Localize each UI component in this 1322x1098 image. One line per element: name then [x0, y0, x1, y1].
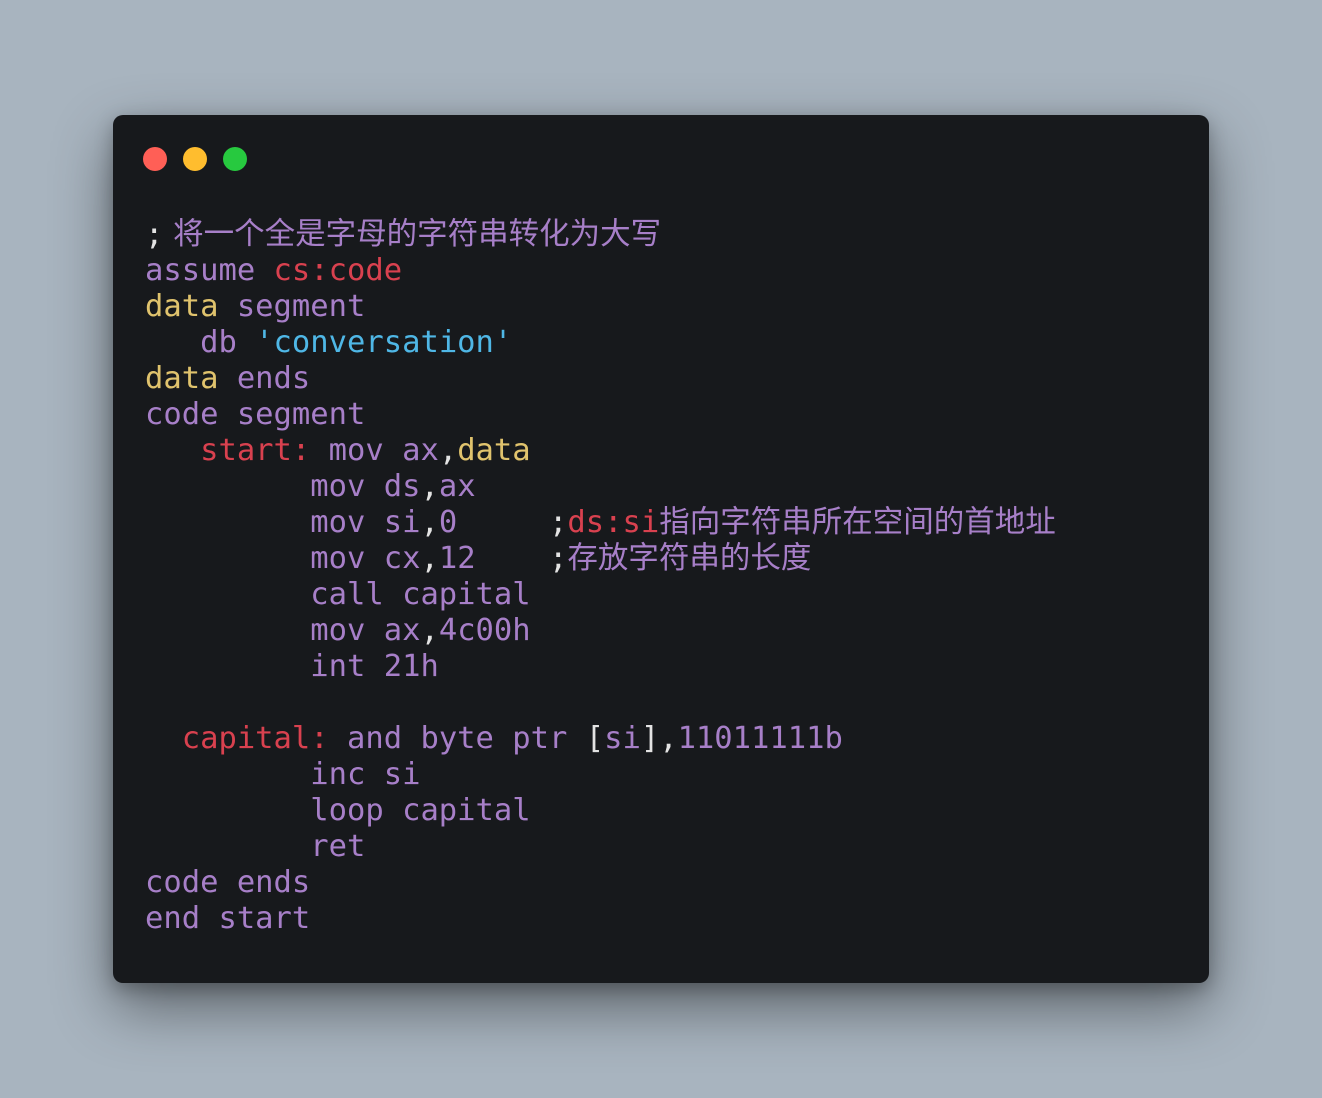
code-token: 0: [438, 505, 550, 540]
code-comment-text: 存放字符串的长度: [567, 541, 812, 576]
code-token: 11011111b: [677, 721, 843, 756]
code-token: ret: [145, 829, 366, 864]
code-line: inc si: [145, 757, 1056, 793]
code-line: code ends: [145, 865, 1056, 901]
code-token: cs:code: [273, 253, 403, 288]
code-token: ,: [420, 469, 439, 504]
code-token: [: [585, 721, 605, 756]
code-token: ,: [420, 541, 439, 576]
code-line: code segment: [145, 397, 1056, 433]
code-token: segment: [218, 289, 366, 324]
code-token: ,: [420, 505, 439, 540]
code-line: int 21h: [145, 649, 1056, 685]
code-token: si: [604, 721, 641, 756]
code-token: and byte ptr: [328, 721, 586, 756]
code-token: mov ax: [145, 613, 421, 648]
code-line: mov ds,ax: [145, 469, 1056, 505]
code-token: data: [457, 433, 531, 468]
code-token: call capital: [145, 577, 531, 612]
code-token: ],: [640, 721, 678, 756]
code-token: ,: [438, 433, 458, 468]
code-token: ;: [549, 541, 568, 576]
code-token: inc si: [145, 757, 421, 792]
code-token: code segment: [145, 397, 366, 432]
code-token: ;: [145, 217, 164, 252]
code-token: mov si: [145, 505, 421, 540]
code-token: 12: [438, 541, 550, 576]
code-token: data: [145, 289, 219, 324]
code-token: ax: [438, 469, 476, 504]
code-token: db: [145, 325, 256, 360]
code-token: mov ax: [310, 433, 439, 468]
window-controls: [143, 147, 247, 171]
code-line: data segment: [145, 289, 1056, 325]
code-token: loop capital: [145, 793, 531, 828]
code-line: capital: and byte ptr [si],11011111b: [145, 721, 1056, 757]
code-token: mov ds: [145, 469, 421, 504]
code-line: end start: [145, 901, 1056, 937]
code-line: db 'conversation': [145, 325, 1056, 361]
code-line: ; 将一个全是字母的字符串转化为大写: [145, 217, 1056, 253]
code-token: capital:: [145, 721, 329, 756]
code-line: start: mov ax,data: [145, 433, 1056, 469]
code-token: 4c00h: [438, 613, 531, 648]
code-line: mov cx,12 ;存放字符串的长度: [145, 541, 1056, 577]
code-line: loop capital: [145, 793, 1056, 829]
code-token: ;: [549, 505, 568, 540]
minimize-dot[interactable]: [183, 147, 207, 171]
code-line: assume cs:code: [145, 253, 1056, 289]
code-token: ds:si: [567, 505, 660, 540]
code-token: int 21h: [145, 649, 439, 684]
code-token: 'conversation': [255, 325, 513, 360]
code-token: ends: [218, 361, 311, 396]
code-line: mov ax,4c00h: [145, 613, 1056, 649]
code-token: code ends: [145, 865, 311, 900]
code-block: ; 将一个全是字母的字符串转化为大写 assume cs:code data seg…: [145, 217, 1056, 937]
maximize-dot[interactable]: [223, 147, 247, 171]
code-token: assume: [145, 253, 274, 288]
code-token: ,: [420, 613, 439, 648]
code-comment-text: 将一个全是字母的字符串转化为大写: [163, 217, 662, 252]
code-line: call capital: [145, 577, 1056, 613]
code-line: ret: [145, 829, 1056, 865]
code-line: data ends: [145, 361, 1056, 397]
code-token: mov cx: [145, 541, 421, 576]
code-token: data: [145, 361, 219, 396]
code-comment-text: 指向字符串所在空间的首地址: [659, 505, 1056, 540]
code-line: mov si,0 ;ds:si指向字符串所在空间的首地址: [145, 505, 1056, 541]
code-token: start:: [145, 433, 311, 468]
code-token: end start: [145, 901, 311, 936]
close-dot[interactable]: [143, 147, 167, 171]
code-window: ; 将一个全是字母的字符串转化为大写 assume cs:code data seg…: [113, 115, 1209, 983]
